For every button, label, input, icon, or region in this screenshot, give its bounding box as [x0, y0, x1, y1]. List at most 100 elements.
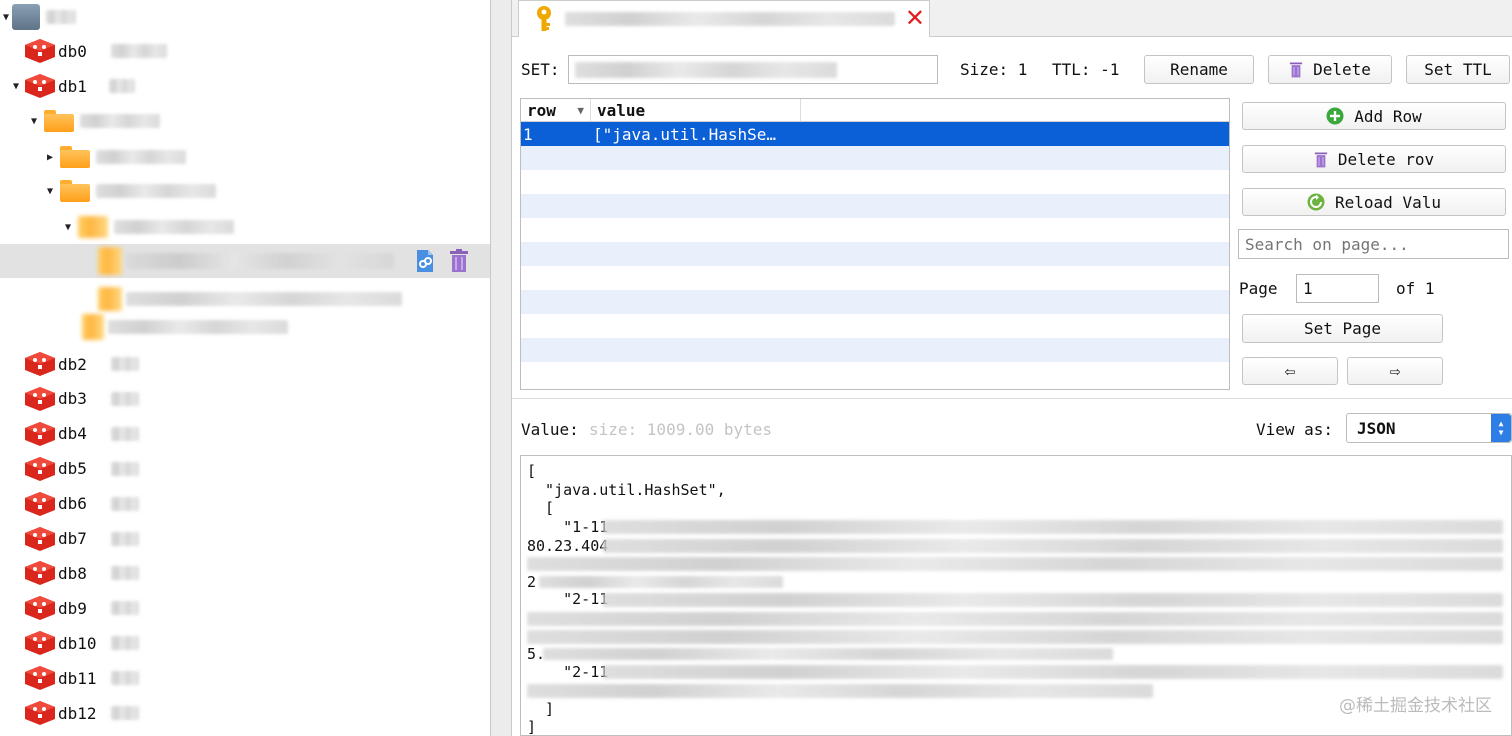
- delete-row-button[interactable]: Delete rov: [1242, 145, 1506, 173]
- table-row[interactable]: [521, 338, 1229, 362]
- delete-key-button[interactable]: Delete: [1268, 55, 1392, 84]
- tree-db11[interactable]: db11: [0, 663, 490, 693]
- folder-icon: [60, 180, 90, 202]
- panel-divider[interactable]: [512, 398, 1512, 399]
- key-type-label: SET:: [521, 60, 560, 79]
- tree-db6[interactable]: db6: [0, 489, 490, 519]
- rename-button[interactable]: Rename: [1144, 55, 1254, 84]
- copy-link-icon[interactable]: [414, 249, 436, 273]
- db-count-redacted: [110, 496, 139, 511]
- expand-arrow-icon[interactable]: ▼: [28, 116, 40, 127]
- redis-db-icon: [24, 595, 56, 621]
- column-row-label: row: [527, 100, 556, 120]
- tab-key[interactable]: ✕: [518, 0, 930, 37]
- db-label: db1: [58, 76, 87, 96]
- set-page-button[interactable]: Set Page: [1242, 314, 1443, 343]
- db-label: db11: [58, 668, 97, 688]
- value-table[interactable]: row ▼ value 1 ["java.util.HashSe…: [520, 98, 1230, 390]
- tree-folder-4[interactable]: ▼: [0, 212, 490, 242]
- value-redacted: [527, 684, 1153, 698]
- tree-key-2[interactable]: [0, 284, 490, 314]
- tree-db12[interactable]: db12: [0, 698, 490, 728]
- reload-value-button[interactable]: Reload Valu: [1242, 188, 1506, 216]
- tree-db8[interactable]: db8: [0, 558, 490, 588]
- splitter-handle[interactable]: [490, 0, 512, 736]
- redis-db-icon: [24, 700, 56, 726]
- table-row[interactable]: [521, 170, 1229, 194]
- folder-name-redacted: [114, 220, 234, 234]
- add-row-button[interactable]: Add Row: [1242, 102, 1506, 130]
- tree-folder-3[interactable]: ▼: [0, 176, 490, 206]
- trash-icon[interactable]: [448, 249, 470, 273]
- value-redacted: [603, 539, 1503, 553]
- table-row[interactable]: [521, 218, 1229, 242]
- expand-arrow-icon[interactable]: ▼: [0, 12, 12, 23]
- value-size-hint: size: 1009.00 bytes: [589, 420, 773, 439]
- tree-db5[interactable]: db5: [0, 454, 490, 484]
- tree-db7[interactable]: db7: [0, 524, 490, 554]
- tree-key-3[interactable]: [0, 312, 490, 342]
- close-tab-icon[interactable]: ✕: [905, 4, 925, 32]
- tree-server-root[interactable]: ▼: [0, 2, 490, 32]
- expand-arrow-icon[interactable]: ▼: [10, 81, 22, 92]
- key-name-redacted: [126, 253, 394, 269]
- folder-icon: [44, 110, 74, 132]
- redis-db-icon: [24, 73, 56, 99]
- redis-db-icon: [24, 456, 56, 482]
- value-redacted: [527, 630, 1503, 644]
- expand-arrow-icon[interactable]: ▼: [62, 222, 74, 233]
- folder-name-redacted: [80, 114, 160, 128]
- collapse-arrow-icon[interactable]: ▶: [44, 152, 56, 163]
- sort-desc-icon[interactable]: ▼: [577, 104, 584, 117]
- table-row[interactable]: [521, 290, 1229, 314]
- value-line: "2-11: [527, 663, 609, 681]
- next-page-button[interactable]: ⇨: [1347, 357, 1443, 385]
- tree-db9[interactable]: db9: [0, 593, 490, 623]
- redis-db-icon: [24, 526, 56, 552]
- table-row[interactable]: [521, 362, 1229, 386]
- key-name-redacted: [126, 292, 402, 306]
- page-number-input[interactable]: 1: [1296, 274, 1379, 303]
- folder-name-redacted: [96, 150, 186, 164]
- db-count-redacted: [110, 636, 139, 651]
- expand-arrow-icon[interactable]: ▼: [44, 186, 56, 197]
- page-label: Page: [1239, 279, 1278, 298]
- tree-db10[interactable]: db10: [0, 628, 490, 658]
- table-row[interactable]: [521, 266, 1229, 290]
- table-header: row ▼ value: [521, 99, 1229, 122]
- view-as-select[interactable]: JSON ▲ ▼: [1346, 413, 1512, 443]
- table-row[interactable]: [521, 242, 1229, 266]
- tree-db4[interactable]: db4: [0, 419, 490, 449]
- value-line: ]: [527, 718, 537, 736]
- db-count-redacted: [110, 706, 139, 720]
- delete-row-label: Delete rov: [1337, 149, 1435, 169]
- tree-db1[interactable]: ▼ db1: [0, 71, 490, 101]
- folder-icon: [78, 216, 108, 238]
- key-tree-icon: [98, 287, 122, 311]
- column-header-row[interactable]: row ▼: [521, 99, 591, 121]
- tree-db0[interactable]: db0: [0, 36, 490, 66]
- table-row[interactable]: [521, 146, 1229, 170]
- db-label: db0: [58, 41, 87, 61]
- value-line: "1-11: [527, 518, 609, 536]
- db-label: db5: [58, 459, 87, 479]
- sidebar-tree[interactable]: ▼ db0 ▼ db1 ▼ ▶ ▼ ▼ db2 db3 db4 db5 db6 …: [0, 0, 490, 736]
- table-row[interactable]: [521, 314, 1229, 338]
- set-ttl-button[interactable]: Set TTL: [1406, 55, 1510, 84]
- redis-db-icon: [24, 351, 56, 377]
- column-header-value[interactable]: value: [591, 99, 801, 121]
- tree-db2[interactable]: db2: [0, 349, 490, 379]
- tree-folder-2[interactable]: ▶: [0, 142, 490, 172]
- table-row[interactable]: 1 ["java.util.HashSe…: [521, 122, 1229, 146]
- tree-key-selected[interactable]: [0, 244, 490, 278]
- reload-icon: [1307, 193, 1325, 211]
- value-redacted: [527, 557, 1503, 571]
- table-row[interactable]: [521, 194, 1229, 218]
- search-on-page-input[interactable]: [1238, 229, 1509, 259]
- db-label: db6: [58, 494, 87, 514]
- tree-folder-1[interactable]: ▼: [0, 106, 490, 136]
- db-count-redacted: [110, 671, 139, 686]
- tree-db3[interactable]: db3: [0, 384, 490, 414]
- prev-page-button[interactable]: ⇦: [1242, 357, 1338, 385]
- key-name-field[interactable]: [568, 55, 938, 84]
